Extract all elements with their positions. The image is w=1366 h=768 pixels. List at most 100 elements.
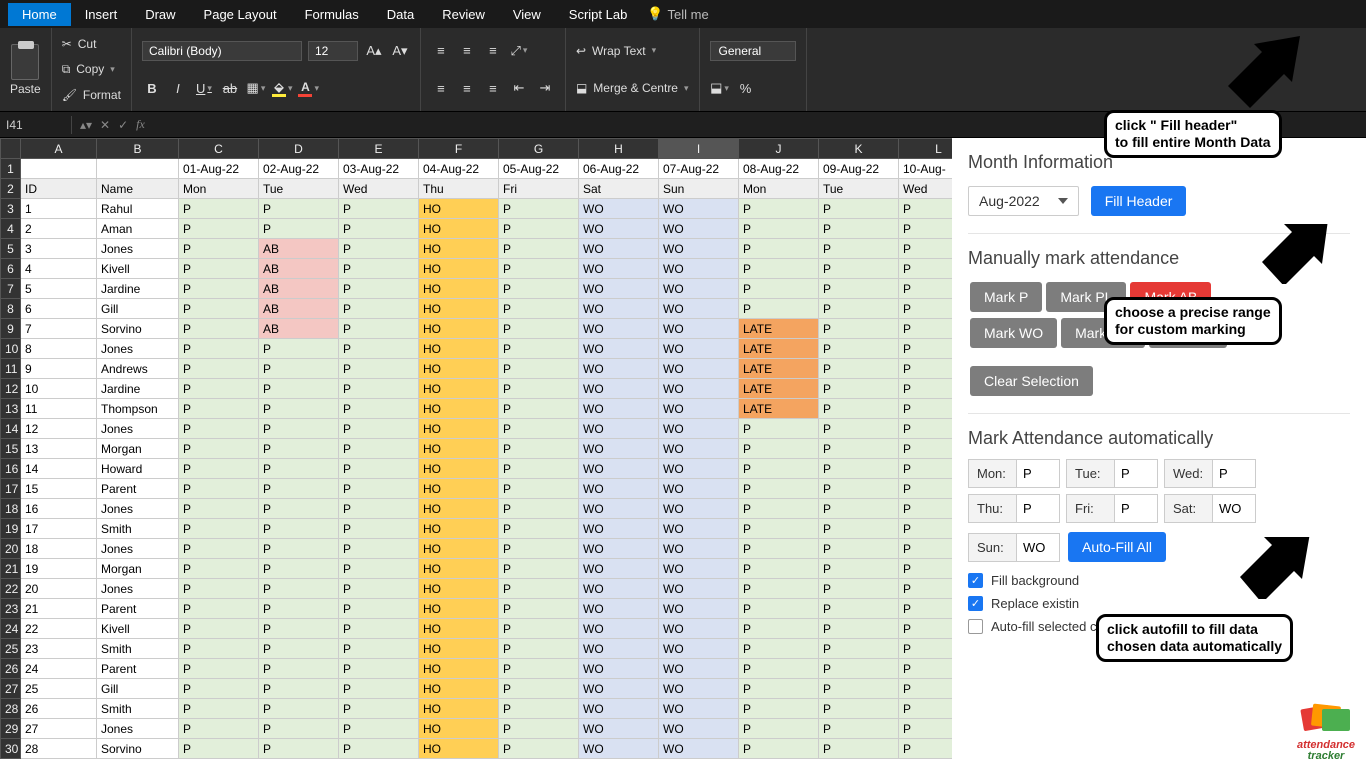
day-header[interactable]: Fri: [499, 179, 579, 199]
tab-page-layout[interactable]: Page Layout: [190, 3, 291, 26]
attendance-cell[interactable]: P: [499, 719, 579, 739]
date-cell[interactable]: 08-Aug-22: [739, 159, 819, 179]
column-header[interactable]: I: [659, 139, 739, 159]
attendance-cell[interactable]: HO: [419, 719, 499, 739]
attendance-cell[interactable]: P: [179, 339, 259, 359]
attendance-cell[interactable]: HO: [419, 399, 499, 419]
attendance-cell[interactable]: P: [339, 459, 419, 479]
attendance-cell[interactable]: P: [339, 299, 419, 319]
size-select[interactable]: [308, 41, 358, 61]
attendance-cell[interactable]: P: [339, 519, 419, 539]
attendance-cell[interactable]: P: [899, 439, 953, 459]
attendance-cell[interactable]: P: [259, 619, 339, 639]
attendance-cell[interactable]: P: [739, 679, 819, 699]
id-cell[interactable]: 2: [21, 219, 97, 239]
id-cell[interactable]: 14: [21, 459, 97, 479]
date-cell[interactable]: 06-Aug-22: [579, 159, 659, 179]
attendance-cell[interactable]: AB: [259, 299, 339, 319]
attendance-cell[interactable]: WO: [579, 199, 659, 219]
attendance-cell[interactable]: P: [339, 679, 419, 699]
id-cell[interactable]: 27: [21, 719, 97, 739]
number-format-select[interactable]: [710, 41, 796, 61]
attendance-cell[interactable]: P: [179, 659, 259, 679]
name-cell[interactable]: Kivell: [97, 259, 179, 279]
row-header[interactable]: 14: [1, 419, 21, 439]
name-cell[interactable]: Jardine: [97, 279, 179, 299]
attendance-cell[interactable]: WO: [579, 699, 659, 719]
name-cell[interactable]: Jardine: [97, 379, 179, 399]
outdent-icon[interactable]: ⇤: [509, 78, 529, 98]
attendance-cell[interactable]: WO: [579, 439, 659, 459]
attendance-cell[interactable]: WO: [579, 459, 659, 479]
attendance-cell[interactable]: WO: [579, 539, 659, 559]
name-cell[interactable]: Rahul: [97, 199, 179, 219]
attendance-cell[interactable]: AB: [259, 279, 339, 299]
attendance-cell[interactable]: P: [339, 639, 419, 659]
name-cell[interactable]: Aman: [97, 219, 179, 239]
attendance-cell[interactable]: P: [819, 619, 899, 639]
attendance-cell[interactable]: WO: [659, 519, 739, 539]
attendance-cell[interactable]: AB: [259, 239, 339, 259]
attendance-cell[interactable]: HO: [419, 539, 499, 559]
attendance-cell[interactable]: P: [899, 239, 953, 259]
attendance-cell[interactable]: P: [339, 719, 419, 739]
tab-data[interactable]: Data: [373, 3, 428, 26]
date-cell[interactable]: 01-Aug-22: [179, 159, 259, 179]
attendance-cell[interactable]: P: [259, 399, 339, 419]
attendance-cell[interactable]: P: [179, 279, 259, 299]
autofill-selected-checkbox[interactable]: [968, 619, 983, 634]
attendance-cell[interactable]: P: [179, 679, 259, 699]
attendance-cell[interactable]: P: [179, 599, 259, 619]
attendance-cell[interactable]: WO: [579, 559, 659, 579]
attendance-cell[interactable]: P: [739, 699, 819, 719]
attendance-cell[interactable]: P: [739, 459, 819, 479]
attendance-cell[interactable]: WO: [659, 699, 739, 719]
attendance-cell[interactable]: P: [899, 319, 953, 339]
attendance-cell[interactable]: P: [259, 539, 339, 559]
attendance-cell[interactable]: P: [499, 479, 579, 499]
attendance-cell[interactable]: P: [899, 559, 953, 579]
row-header[interactable]: 26: [1, 659, 21, 679]
tab-formulas[interactable]: Formulas: [291, 3, 373, 26]
cut-label[interactable]: Cut: [78, 37, 97, 51]
attendance-cell[interactable]: P: [179, 399, 259, 419]
attendance-cell[interactable]: P: [819, 519, 899, 539]
attendance-cell[interactable]: P: [899, 419, 953, 439]
attendance-cell[interactable]: HO: [419, 379, 499, 399]
row-header[interactable]: 27: [1, 679, 21, 699]
attendance-cell[interactable]: P: [339, 259, 419, 279]
attendance-cell[interactable]: LATE: [739, 339, 819, 359]
day-value-input[interactable]: [1114, 494, 1158, 523]
row-header[interactable]: 18: [1, 499, 21, 519]
attendance-cell[interactable]: P: [499, 559, 579, 579]
id-cell[interactable]: 20: [21, 579, 97, 599]
attendance-cell[interactable]: P: [179, 719, 259, 739]
attendance-cell[interactable]: P: [899, 659, 953, 679]
attendance-cell[interactable]: HO: [419, 659, 499, 679]
attendance-cell[interactable]: P: [899, 199, 953, 219]
attendance-cell[interactable]: P: [499, 619, 579, 639]
attendance-cell[interactable]: P: [499, 659, 579, 679]
mark-button[interactable]: Mark WO: [970, 318, 1057, 348]
attendance-cell[interactable]: WO: [579, 679, 659, 699]
attendance-cell[interactable]: P: [339, 419, 419, 439]
attendance-cell[interactable]: HO: [419, 599, 499, 619]
attendance-cell[interactable]: P: [339, 199, 419, 219]
attendance-cell[interactable]: HO: [419, 479, 499, 499]
attendance-cell[interactable]: P: [259, 219, 339, 239]
attendance-cell[interactable]: P: [179, 519, 259, 539]
mark-button[interactable]: Mark P: [970, 282, 1042, 312]
attendance-cell[interactable]: P: [259, 439, 339, 459]
name-cell[interactable]: Thompson: [97, 399, 179, 419]
attendance-cell[interactable]: P: [499, 399, 579, 419]
id-cell[interactable]: 23: [21, 639, 97, 659]
attendance-cell[interactable]: WO: [659, 459, 739, 479]
date-cell[interactable]: 04-Aug-22: [419, 159, 499, 179]
attendance-cell[interactable]: P: [739, 279, 819, 299]
attendance-cell[interactable]: HO: [419, 219, 499, 239]
attendance-cell[interactable]: P: [259, 359, 339, 379]
attendance-cell[interactable]: P: [819, 439, 899, 459]
attendance-cell[interactable]: WO: [659, 579, 739, 599]
attendance-cell[interactable]: WO: [659, 239, 739, 259]
clear-selection-button[interactable]: Clear Selection: [970, 366, 1093, 396]
